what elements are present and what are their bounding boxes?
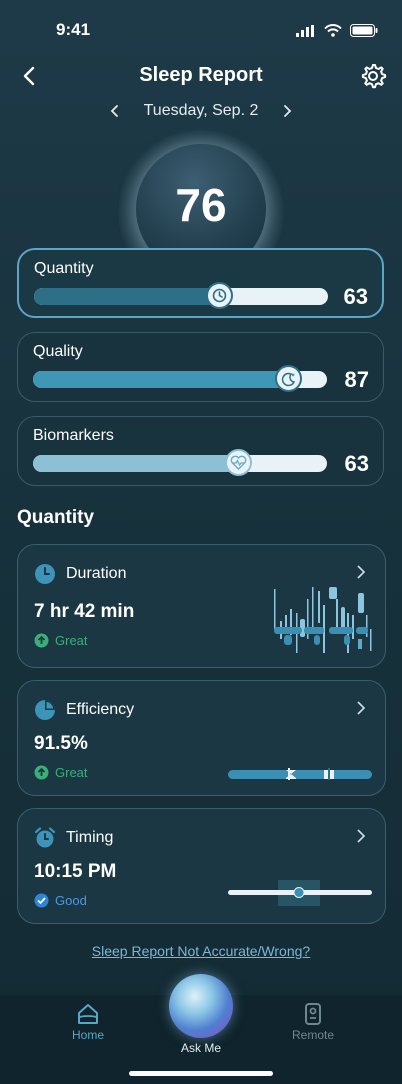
card-header: Timing: [34, 827, 113, 849]
card-header: Duration: [34, 563, 126, 585]
score-card-label: Quantity: [34, 260, 94, 277]
status-icons: [296, 24, 378, 37]
card-header: Efficiency: [34, 699, 134, 721]
score-card-biomarkers[interactable]: Biomarkers 63: [17, 416, 384, 486]
knob: [225, 449, 253, 476]
efficiency-range-bar: [228, 768, 372, 780]
chevron-right-icon: [357, 701, 366, 715]
section-title: Quantity: [17, 507, 95, 528]
page-title: Sleep Report: [139, 64, 263, 86]
timing-range-slider: [228, 880, 372, 906]
arrow-up-circle-icon: [34, 765, 49, 780]
tab-home-label: Home: [71, 1028, 104, 1042]
remote-icon: [305, 1003, 321, 1025]
bar-fill: [33, 455, 239, 472]
bar-fill: [33, 371, 289, 388]
efficiency-label: Efficiency: [66, 701, 135, 718]
duration-card[interactable]: Duration 7 hr 42 min Great: [17, 544, 386, 668]
timing-status: Good: [55, 893, 87, 908]
clock-icon: [35, 564, 55, 584]
quantity-score-bar: [34, 282, 328, 309]
tab-ask-label[interactable]: Ask Me: [161, 1041, 241, 1055]
date-selector: Tuesday, Sep. 2: [0, 100, 402, 122]
status-badge: Great: [34, 765, 88, 780]
report-date: Tuesday, Sep. 2: [143, 102, 259, 119]
wifi-icon: [324, 24, 342, 37]
cellular-signal-icon: [296, 24, 314, 37]
battery-icon: [350, 24, 378, 37]
bar-fill: [34, 288, 220, 305]
home-icon: [78, 1004, 98, 1024]
chevron-right-icon: [357, 829, 366, 843]
chevron-right-icon: [357, 565, 366, 579]
checkmark-circle-icon: [34, 893, 49, 908]
knob: [205, 282, 233, 309]
report-inaccurate-link[interactable]: Sleep Report Not Accurate/Wrong?: [0, 943, 402, 959]
status-badge: Good: [34, 893, 87, 908]
efficiency-status: Great: [55, 765, 88, 780]
ask-me-orb-button[interactable]: [169, 974, 233, 1038]
timing-card[interactable]: Timing 10:15 PM Good: [17, 808, 386, 924]
moon-stars-icon: [281, 372, 295, 386]
overall-score: 76: [175, 179, 227, 231]
status-time: 9:41: [56, 20, 91, 39]
next-day-chevron-icon[interactable]: [280, 104, 294, 118]
pie-chart-icon: [35, 700, 55, 720]
clock-icon: [212, 288, 227, 303]
score-card-label: Quality: [33, 343, 83, 360]
tab-home[interactable]: Home: [48, 1003, 128, 1042]
home-indicator: [129, 1071, 273, 1076]
heart-rate-icon: [230, 455, 247, 470]
tab-remote[interactable]: Remote: [273, 1003, 353, 1042]
efficiency-card[interactable]: Efficiency 91.5% Great: [17, 680, 386, 796]
score-card-quantity[interactable]: Quantity 63: [17, 248, 384, 318]
score-card-value: 63: [343, 284, 368, 309]
timing-value: 10:15 PM: [34, 861, 117, 882]
score-card-quality[interactable]: Quality 87: [17, 332, 384, 402]
previous-day-chevron-icon[interactable]: [108, 104, 122, 118]
duration-label: Duration: [66, 565, 127, 582]
alarm-clock-icon: [34, 827, 56, 848]
biomarkers-score-bar: [33, 449, 327, 476]
score-card-value: 63: [344, 451, 369, 476]
status-badge: Great: [34, 633, 88, 648]
score-card-value: 87: [344, 367, 369, 392]
quality-score-bar: [33, 365, 327, 392]
settings-gear-icon[interactable]: [358, 61, 388, 91]
knob: [275, 365, 303, 392]
arrow-up-circle-icon: [34, 633, 49, 648]
duration-status: Great: [55, 633, 88, 648]
duration-value: 7 hr 42 min: [34, 601, 135, 622]
score-card-label: Biomarkers: [33, 427, 114, 444]
sleep-stages-chart: [274, 587, 372, 653]
tab-remote-label: Remote: [291, 1028, 335, 1042]
timing-label: Timing: [66, 829, 114, 846]
efficiency-value: 91.5%: [34, 733, 88, 754]
